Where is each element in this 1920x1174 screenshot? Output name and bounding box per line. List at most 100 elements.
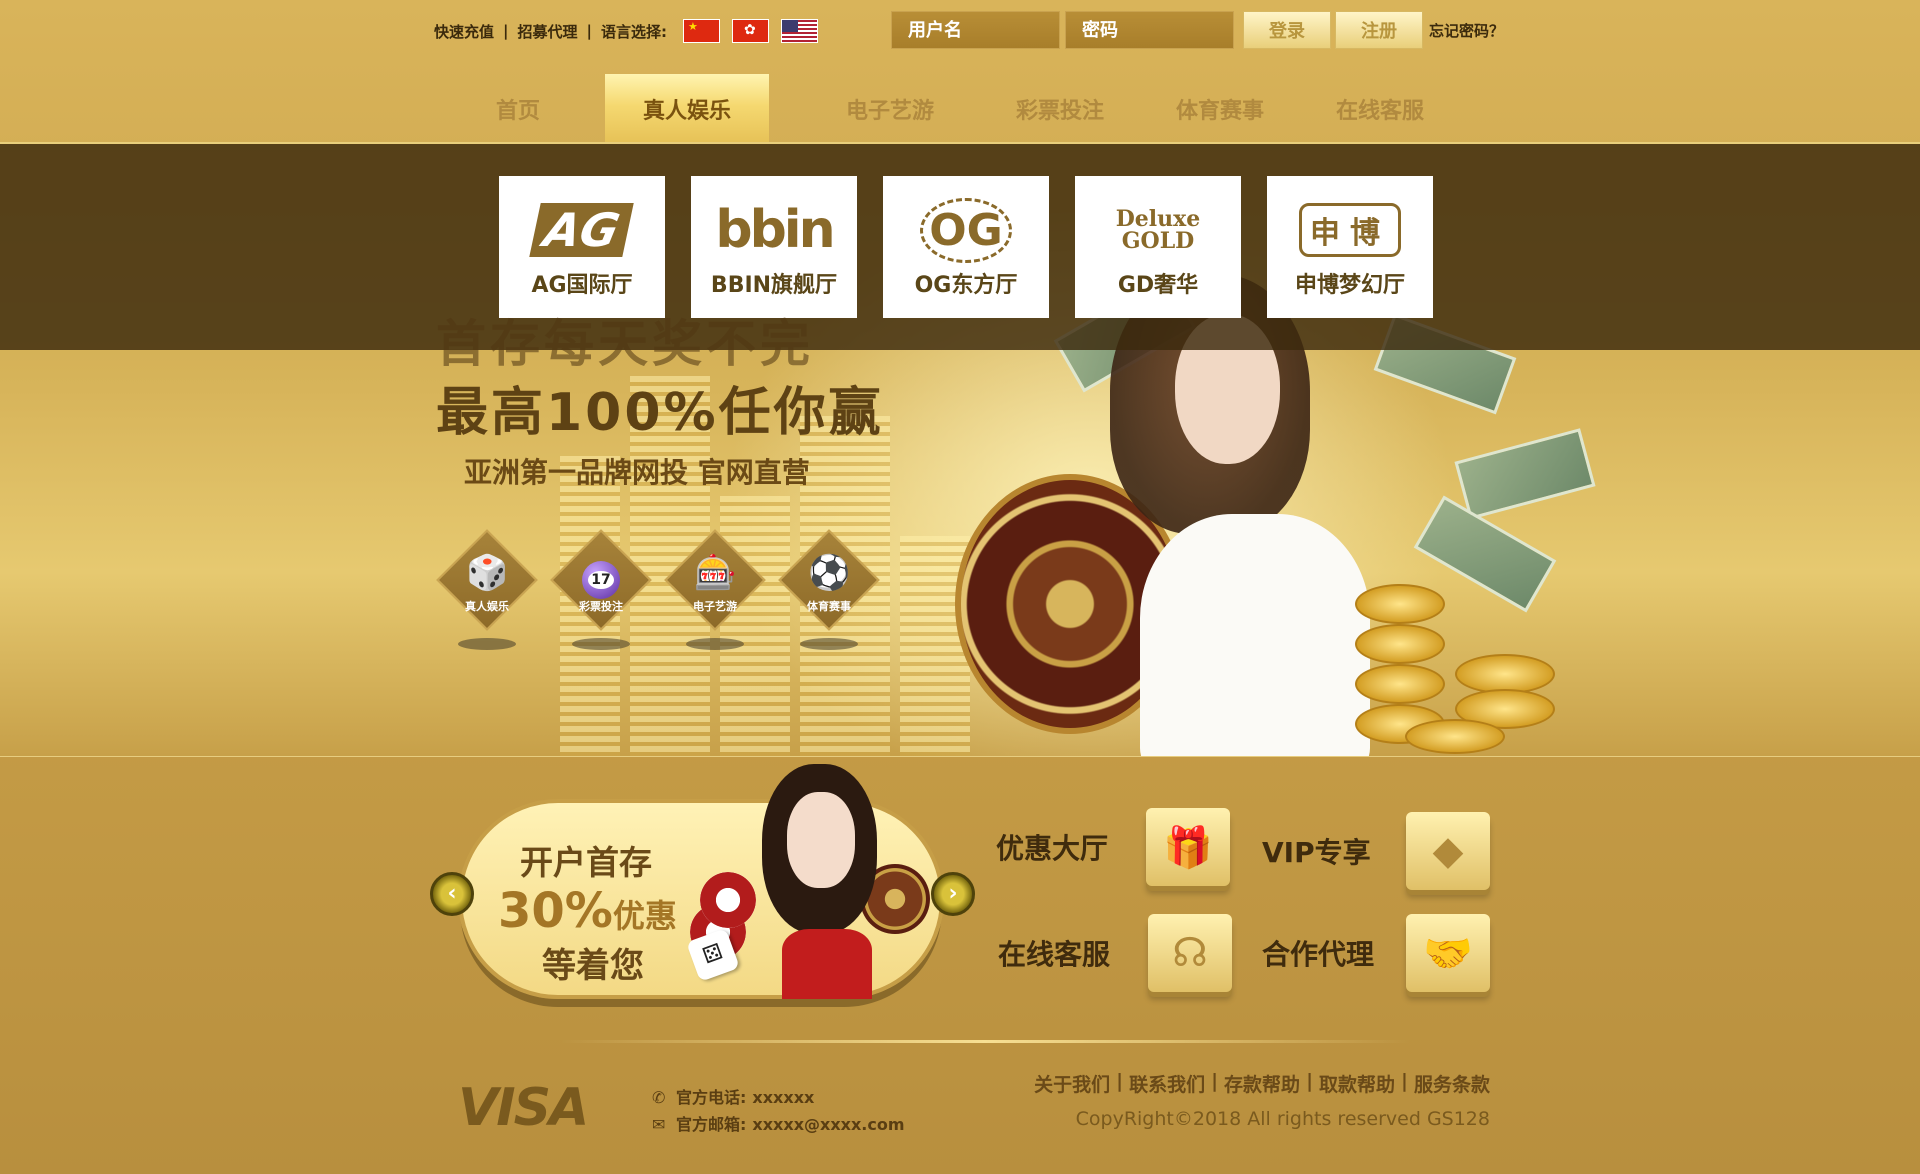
promo-section: 开户首存 30%优惠 等着您 ⚄ ‹ › 优惠大厅 🎁 VIP专享 ◆ 在线客服… — [0, 756, 1920, 1046]
category-live-casino[interactable]: 🎲 真人娱乐 — [436, 529, 538, 658]
shadow — [800, 638, 858, 650]
register-button[interactable]: 注册 — [1335, 11, 1423, 49]
phone-label: 官方电话: — [676, 1088, 747, 1107]
login-form: 登录 注册 忘记密码？ — [891, 11, 1504, 49]
separator: | — [1401, 1070, 1408, 1092]
email-icon: ✉ — [652, 1115, 666, 1134]
us-flag-icon[interactable] — [781, 19, 818, 43]
slogan-line1: 首存每天奖不完 — [436, 315, 814, 373]
provider-label: AG国际厅 — [531, 273, 633, 298]
footer-links: 关于我们 | 联系我们 | 存款帮助 | 取款帮助 | 服务条款 — [1034, 1070, 1490, 1097]
footer-link-about[interactable]: 关于我们 — [1034, 1070, 1110, 1097]
category-label: 电子艺游 — [693, 600, 737, 613]
handshake-icon: 🤝 — [1406, 914, 1490, 992]
lottery-ball-icon: 17 — [580, 552, 622, 599]
forgot-password-link[interactable]: 忘记密码？ — [1429, 20, 1504, 41]
banknote-graphic — [1454, 428, 1596, 520]
shadow — [572, 638, 630, 650]
category-electronic-games[interactable]: 🎰 电子艺游 — [664, 529, 766, 658]
gift-icon: 🎁 — [1146, 808, 1230, 886]
carousel-prev-button[interactable]: ‹ — [430, 872, 474, 916]
nav-sports[interactable]: 体育赛事 — [1160, 74, 1280, 144]
visa-logo: VISA — [458, 1078, 589, 1138]
separator: | — [1116, 1070, 1124, 1092]
banner-line2: 30%优惠 — [498, 883, 677, 939]
bbin-logo: bbin — [715, 200, 835, 260]
diamond-icon: ◆ — [1406, 812, 1490, 890]
promo-model-image — [752, 764, 892, 1002]
provider-tiles: AG AG国际厅 bbin BBIN旗舰厅 OG OG东方厅 Deluxe GO… — [499, 176, 1433, 318]
main-nav: 首页 真人娱乐 电子艺游 彩票投注 体育赛事 在线客服 — [0, 74, 1920, 144]
quick-recharge-link[interactable]: 快速充值 — [434, 21, 494, 42]
gd-logo: Deluxe GOLD — [1115, 206, 1201, 254]
email-value: xxxxx@xxxx.com — [752, 1115, 905, 1134]
category-label: 真人娱乐 — [465, 600, 509, 613]
feature-label: VIP专享 — [1262, 836, 1371, 869]
shenbo-logo: 申博 — [1299, 195, 1401, 265]
feature-label: 在线客服 — [998, 938, 1111, 971]
password-input[interactable] — [1065, 11, 1234, 49]
copyright: CopyRight©2018 All rights reserved GS128 — [1075, 1108, 1490, 1130]
provider-tile-gd[interactable]: Deluxe GOLD GD奢华 — [1075, 176, 1241, 318]
top-links: 快速充值 | 招募代理 | 语言选择: — [434, 19, 818, 43]
og-logo: OG — [920, 195, 1012, 265]
footer-link-deposit-help[interactable]: 存款帮助 — [1224, 1070, 1300, 1097]
model-top — [1140, 514, 1370, 756]
username-input[interactable] — [891, 11, 1060, 49]
provider-tile-bbin[interactable]: bbin BBIN旗舰厅 — [691, 176, 857, 318]
provider-tile-ag[interactable]: AG AG国际厅 — [499, 176, 665, 318]
banner-suffix: 优惠 — [612, 897, 677, 935]
phone-value: xxxxxx — [752, 1088, 815, 1107]
slogan-line2: 最高100%任你赢 — [436, 383, 884, 443]
ag-logo: AG — [529, 195, 635, 265]
feature-online-service[interactable]: 在线客服 ☊ — [998, 914, 1232, 992]
hero-banner: AG AG国际厅 bbin BBIN旗舰厅 OG OG东方厅 Deluxe GO… — [0, 144, 1920, 756]
dice-icon: 🎲 — [466, 553, 509, 593]
model-face — [787, 792, 855, 888]
nav-home[interactable]: 首页 — [470, 74, 566, 144]
cn-flag-icon[interactable] — [683, 19, 720, 43]
gold-coins-graphic — [1345, 564, 1585, 754]
footer-link-contact[interactable]: 联系我们 — [1129, 1070, 1205, 1097]
model-dress — [782, 929, 872, 999]
slot-machine-icon: 🎰 — [694, 553, 737, 593]
language-flags — [683, 19, 818, 43]
category-sports[interactable]: ⚽ 体育赛事 — [778, 529, 880, 658]
phone-icon: ✆ — [652, 1088, 666, 1107]
provider-tile-og[interactable]: OG OG东方厅 — [883, 176, 1049, 318]
carousel-next-button[interactable]: › — [931, 872, 975, 916]
provider-tile-shenbo[interactable]: 申博 申博梦幻厅 — [1267, 176, 1433, 318]
casino-chip-graphic — [700, 872, 756, 928]
top-bar: 快速充值 | 招募代理 | 语言选择: 登录 注册 忘记密码？ — [0, 0, 1920, 60]
footer-link-terms[interactable]: 服务条款 — [1414, 1070, 1490, 1097]
provider-label: 申博梦幻厅 — [1294, 273, 1405, 298]
language-label: 语言选择: — [601, 22, 667, 41]
feature-partner-agent[interactable]: 合作代理 🤝 — [1262, 914, 1490, 992]
slogan-line3: 亚洲第一品牌网投 官网直营 — [464, 456, 810, 489]
nav-online-service[interactable]: 在线客服 — [1320, 74, 1440, 144]
footer-divider — [560, 1040, 1410, 1043]
feature-label: 优惠大厅 — [996, 832, 1109, 865]
nav-lottery[interactable]: 彩票投注 — [1000, 74, 1120, 144]
feature-promotions[interactable]: 优惠大厅 🎁 — [996, 808, 1230, 886]
nav-electronic-games[interactable]: 电子艺游 — [830, 74, 950, 144]
shadow — [686, 638, 744, 650]
recruit-agent-link[interactable]: 招募代理 — [518, 21, 578, 42]
phone-row: ✆ 官方电话: xxxxxx — [652, 1084, 905, 1111]
banner-line3: 等着您 — [542, 946, 644, 986]
category-shortcuts: 🎲 真人娱乐 17 彩票投注 🎰 电子艺游 ⚽ 体育赛事 — [436, 529, 880, 658]
hk-flag-icon[interactable] — [732, 19, 769, 43]
hero-slogan: 首存每天奖不完 最高100%任你赢 亚洲第一品牌网投 官网直营 — [436, 304, 884, 491]
provider-label: BBIN旗舰厅 — [710, 273, 838, 298]
footer-link-withdraw-help[interactable]: 取款帮助 — [1319, 1070, 1395, 1097]
separator: | — [1306, 1070, 1314, 1092]
provider-label: OG东方厅 — [914, 273, 1018, 298]
category-lottery[interactable]: 17 彩票投注 — [550, 529, 652, 658]
login-button[interactable]: 登录 — [1243, 11, 1331, 49]
separator: | — [503, 22, 509, 40]
contact-info: ✆ 官方电话: xxxxxx ✉ 官方邮箱: xxxxx@xxxx.com — [652, 1084, 905, 1138]
nav-live-casino[interactable]: 真人娱乐 — [605, 74, 769, 144]
category-label: 体育赛事 — [807, 600, 851, 613]
feature-vip[interactable]: VIP专享 ◆ — [1262, 812, 1490, 890]
shadow — [458, 638, 516, 650]
